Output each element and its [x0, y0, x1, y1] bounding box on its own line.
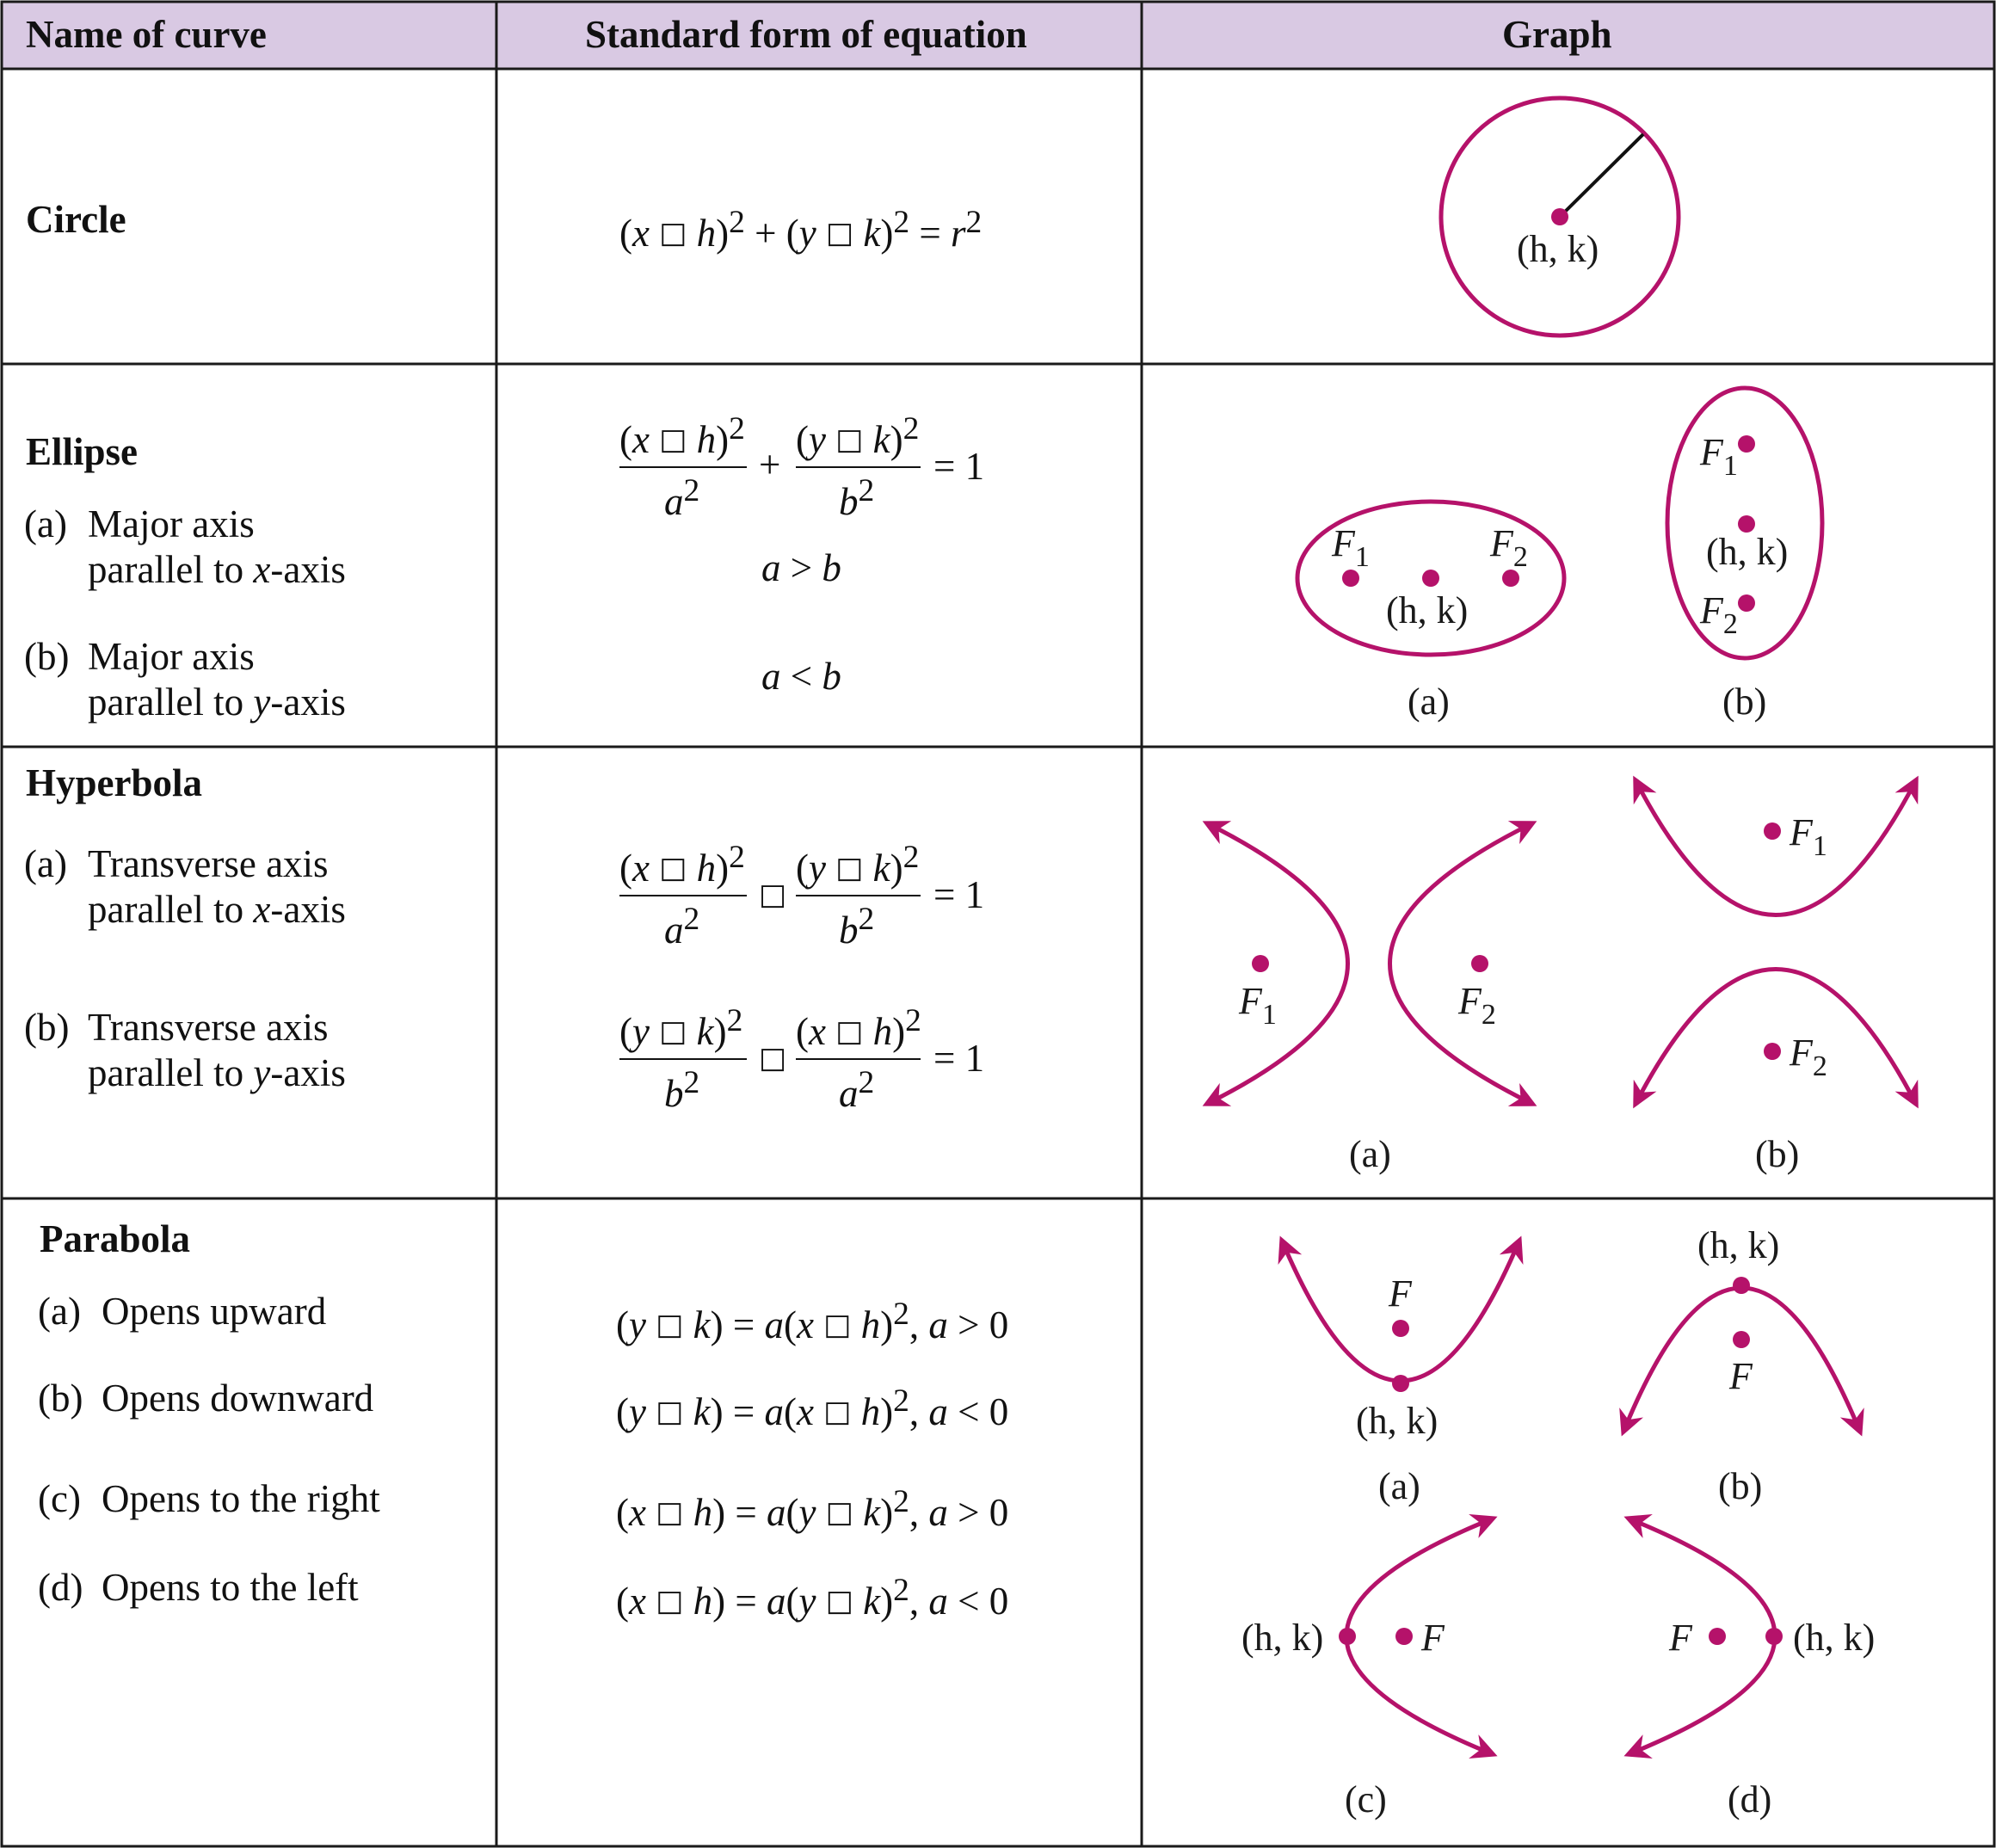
hyperbola-b-f1-label: F1: [1789, 811, 1827, 862]
hyperbola-b-caption: (b): [1755, 1133, 1799, 1175]
ellipse-b-caption: (b): [1722, 681, 1766, 723]
parabola-a-caption: (a): [1378, 1465, 1420, 1507]
parabola-d-focus-point: [1709, 1628, 1726, 1645]
parabola-a-vertex-point: [1392, 1375, 1409, 1392]
ellipse-a-f2-label: F2: [1489, 522, 1528, 573]
parabola-c-focus-point: [1395, 1628, 1413, 1645]
hyperbola-b-lower-branch: [1633, 967, 1919, 1109]
parabola-c-caption: (c): [1345, 1778, 1387, 1820]
parabola-c-vertex-point: [1339, 1628, 1356, 1645]
parabola-b-vertex-label: (h, k): [1697, 1224, 1779, 1266]
hyperbola-a-f1-label: F1: [1238, 980, 1277, 1031]
ellipse-b-f1-label: F1: [1699, 431, 1738, 482]
parabola-c-focus-label: F: [1420, 1617, 1445, 1659]
parabola-b-caption: (b): [1718, 1465, 1762, 1507]
ellipse-a-f1-label: F1: [1331, 522, 1370, 573]
graphs-layer: (h, k) F1 F2 (h, k) (a) F1 (h, k) F2 (b)…: [1202, 95, 1919, 1820]
hyperbola-a-caption: (a): [1349, 1133, 1391, 1175]
hyperbola-b-focus2-point: [1764, 1043, 1781, 1060]
ellipse-b-center-point: [1738, 515, 1755, 533]
parabola-d-caption: (d): [1728, 1778, 1771, 1820]
circle-center-point: [1551, 208, 1568, 225]
parabola-d-vertex-point: [1765, 1628, 1783, 1645]
parabola-d-focus-label: F: [1668, 1617, 1693, 1659]
parabola-b-focus-label: F: [1728, 1355, 1753, 1397]
parabola-c-curve: [1344, 1514, 1498, 1759]
hyperbola-a-right-branch: [1388, 821, 1537, 1106]
hyperbola-b-upper-branch: [1633, 775, 1919, 917]
hyperbola-b-f2-label: F2: [1789, 1032, 1827, 1082]
ellipse-a-center-point: [1422, 570, 1439, 587]
ellipse-b-center-label: (h, k): [1706, 531, 1788, 573]
hyperbola-a-focus2-point: [1471, 955, 1488, 972]
parabola-a-focus-point: [1392, 1320, 1409, 1337]
parabola-b-vertex-point: [1733, 1277, 1750, 1294]
parabola-a-focus-label: F: [1388, 1272, 1413, 1315]
parabola-d-curve: [1623, 1514, 1777, 1759]
parabola-a-vertex-label: (h, k): [1356, 1400, 1438, 1442]
ellipse-b-f2-label: F2: [1699, 589, 1738, 640]
ellipse-b-focus1-point: [1738, 435, 1755, 453]
hyperbola-b-focus1-point: [1764, 822, 1781, 840]
hyperbola-a-f2-label: F2: [1457, 980, 1496, 1031]
ellipse-a-caption: (a): [1408, 681, 1450, 723]
parabola-c-vertex-label: (h, k): [1241, 1617, 1323, 1659]
ellipse-b-focus2-point: [1738, 594, 1755, 612]
parabola-d-vertex-label: (h, k): [1793, 1617, 1875, 1659]
circle-center-label: (h, k): [1517, 228, 1599, 270]
hyperbola-a-left-branch: [1202, 821, 1350, 1106]
circle-radius-line: [1558, 132, 1645, 219]
ellipse-a-center-label: (h, k): [1386, 589, 1468, 631]
hyperbola-a-focus1-point: [1252, 955, 1269, 972]
parabola-b-focus-point: [1733, 1331, 1750, 1348]
